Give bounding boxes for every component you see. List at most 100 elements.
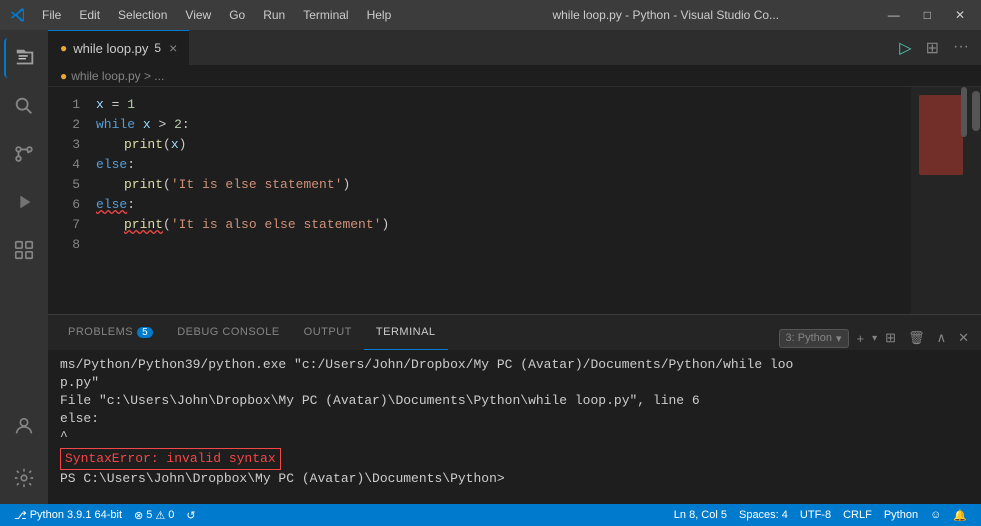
menu-go[interactable]: Go [221, 6, 253, 24]
terminal-selector[interactable]: 3: Python ▾ [779, 329, 849, 348]
activity-source-control[interactable] [4, 134, 44, 174]
encoding-label: UTF-8 [800, 509, 831, 521]
status-feedback[interactable]: ☺ [924, 504, 947, 526]
code-line-7: print('It is also else statement') [96, 215, 911, 235]
split-editor-icon[interactable]: ⊞ [922, 36, 943, 60]
minimize-button[interactable]: — [882, 6, 906, 24]
scrollbar-vertical[interactable] [971, 87, 981, 314]
status-notifications[interactable]: 🔔 [947, 504, 973, 526]
more-actions-icon[interactable]: ··· [949, 36, 973, 60]
panel-tab-terminal[interactable]: TERMINAL [364, 315, 448, 350]
tab-actions: ▷ ⊞ ··· [895, 36, 973, 60]
code-line-4: else: [96, 155, 911, 175]
add-terminal-chevron[interactable]: ▾ [872, 333, 877, 344]
activity-account[interactable] [4, 406, 44, 446]
terminal-dropdown-icon: ▾ [836, 332, 842, 345]
minimap-slider[interactable] [961, 87, 967, 137]
activity-settings[interactable] [4, 458, 44, 498]
activity-extensions[interactable] [4, 230, 44, 270]
window-controls: — □ ✕ [882, 6, 971, 24]
status-errors[interactable]: ⊗ 5 ⚠ 0 [128, 504, 180, 526]
menu-file[interactable]: File [34, 6, 69, 24]
run-icon[interactable]: ▷ [895, 36, 915, 60]
window-title: while loop.py - Python - Visual Studio C… [458, 8, 874, 22]
problems-label: PROBLEMS [68, 326, 133, 338]
main-layout: ● while loop.py 5 × ▷ ⊞ ··· ● while loop… [0, 30, 981, 504]
status-language[interactable]: Python [878, 504, 924, 526]
terminal-content[interactable]: ms/Python/Python39/python.exe "c:/Users/… [48, 350, 981, 504]
terminal-line-3: File "c:\Users\John\Dropbox\My PC (Avata… [60, 392, 969, 410]
output-label: OUTPUT [304, 326, 352, 338]
scrollbar-thumb[interactable] [972, 91, 980, 131]
syntax-error-highlight: SyntaxError: invalid syntax [60, 448, 281, 470]
menu-terminal[interactable]: Terminal [295, 6, 356, 24]
titlebar-menu: File Edit Selection View Go Run Terminal… [34, 6, 450, 24]
add-terminal-button[interactable]: + [853, 329, 869, 348]
maximize-button[interactable]: □ [918, 6, 937, 24]
terminal-line-2: p.py" [60, 374, 969, 392]
code-line-3: print(x) [96, 135, 911, 155]
branch-icon: ⎇ [14, 509, 27, 522]
split-terminal-button[interactable]: ⊞ [881, 328, 900, 348]
menu-edit[interactable]: Edit [71, 6, 108, 24]
panel-tab-output[interactable]: OUTPUT [292, 315, 364, 350]
status-bar: ⎇ Python 3.9.1 64-bit ⊗ 5 ⚠ 0 ↺ Ln 8, Co… [0, 504, 981, 526]
minimap [911, 87, 971, 314]
notifications-icon: 🔔 [953, 509, 967, 522]
code-line-2: while x > 2: [96, 115, 911, 135]
menu-run[interactable]: Run [255, 6, 293, 24]
kill-terminal-button[interactable]: 🗑 [904, 328, 929, 348]
activity-run-debug[interactable] [4, 182, 44, 222]
tab-close-button[interactable]: × [169, 40, 177, 56]
errors-count: 5 [146, 509, 152, 521]
activity-search[interactable] [4, 86, 44, 126]
menu-selection[interactable]: Selection [110, 6, 175, 24]
status-branch[interactable]: ⎇ Python 3.9.1 64-bit [8, 504, 128, 526]
maximize-panel-button[interactable]: ∧ [933, 328, 951, 348]
status-spaces[interactable]: Spaces: 4 [733, 504, 794, 526]
titlebar: File Edit Selection View Go Run Terminal… [0, 0, 981, 30]
sync-icon: ↺ [186, 509, 195, 522]
terminal-line-1: ms/Python/Python39/python.exe "c:/Users/… [60, 356, 969, 374]
tab-bar: ● while loop.py 5 × ▷ ⊞ ··· [48, 30, 981, 65]
language-label: Python [884, 509, 918, 521]
status-encoding[interactable]: UTF-8 [794, 504, 837, 526]
vscode-logo-icon [10, 7, 26, 23]
panel-tabs: PROBLEMS 5 DEBUG CONSOLE OUTPUT TERMINAL… [48, 315, 981, 350]
panel-tab-problems[interactable]: PROBLEMS 5 [56, 315, 165, 350]
menu-help[interactable]: Help [359, 6, 400, 24]
code-line-5: print('It is else statement') [96, 175, 911, 195]
breadcrumb-path: while loop.py > ... [71, 69, 164, 83]
status-cursor[interactable]: Ln 8, Col 5 [668, 504, 733, 526]
code-line-1: x = 1 [96, 95, 911, 115]
terminal-prompt: PS C:\Users\John\Dropbox\My PC (Avatar)\… [60, 470, 969, 488]
editor-area: ● while loop.py 5 × ▷ ⊞ ··· ● while loop… [48, 30, 981, 504]
python-version: Python 3.9.1 64-bit [30, 509, 122, 521]
activity-explorer[interactable] [4, 38, 44, 78]
tab-filename: while loop.py [73, 41, 148, 56]
code-line-6: else: [96, 195, 911, 215]
line-ending-label: CRLF [843, 509, 872, 521]
status-sync[interactable]: ↺ [180, 504, 201, 526]
close-panel-button[interactable]: ✕ [954, 328, 973, 348]
close-button[interactable]: ✕ [949, 6, 971, 24]
editor-tab-while-loop[interactable]: ● while loop.py 5 × [48, 30, 189, 65]
code-content[interactable]: x = 1 while x > 2: print(x) else: print(… [88, 87, 911, 314]
debug-console-label: DEBUG CONSOLE [177, 326, 279, 338]
panel-area: PROBLEMS 5 DEBUG CONSOLE OUTPUT TERMINAL… [48, 314, 981, 504]
panel-tab-debug-console[interactable]: DEBUG CONSOLE [165, 315, 291, 350]
terminal-label: TERMINAL [376, 326, 436, 338]
warnings-icon: ⚠ [155, 509, 165, 522]
syntax-error-text: SyntaxError: invalid syntax [65, 451, 276, 466]
spaces-label: Spaces: 4 [739, 509, 788, 521]
terminal-line-4: else: [60, 410, 969, 428]
code-editor[interactable]: 1 2 3 4 5 6 7 8 x = 1 while x > 2: print… [48, 87, 981, 314]
breadcrumb-file-icon: ● [60, 69, 67, 83]
code-line-8 [96, 235, 911, 255]
menu-view[interactable]: View [177, 6, 219, 24]
terminal-name: 3: Python [786, 332, 832, 344]
breadcrumb: ● while loop.py > ... [48, 65, 981, 87]
status-line-ending[interactable]: CRLF [837, 504, 878, 526]
line-numbers: 1 2 3 4 5 6 7 8 [48, 87, 88, 314]
terminal-error-box: SyntaxError: invalid syntax [60, 446, 969, 470]
